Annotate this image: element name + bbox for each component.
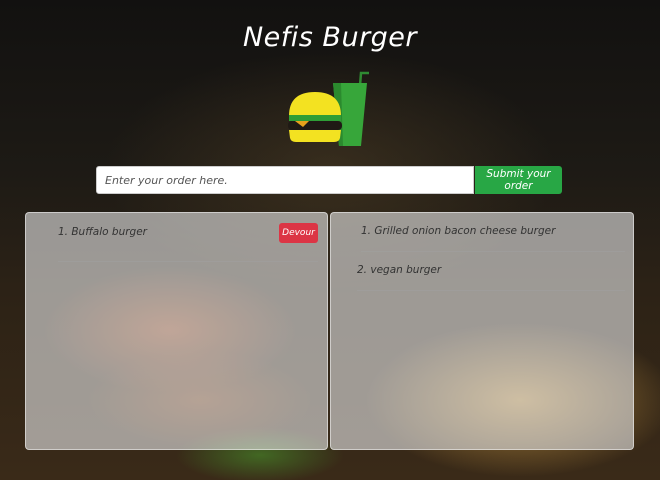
list-item: 2. vegan burger xyxy=(357,252,625,291)
list-item: 1. Grilled onion bacon cheese burger xyxy=(361,213,625,252)
devour-button[interactable]: Devour xyxy=(279,223,318,243)
burger-name: 1. Grilled onion bacon cheese burger xyxy=(361,225,556,237)
patty xyxy=(288,121,342,130)
order-input[interactable] xyxy=(96,166,474,194)
lettuce xyxy=(289,115,341,121)
list-item: 1. Buffalo burger Devour xyxy=(58,223,318,262)
devoured-panel: 1. Grilled onion bacon cheese burger 2. … xyxy=(330,212,634,450)
submit-order-button[interactable]: Submit your order xyxy=(475,166,562,194)
bottom-bun xyxy=(289,130,341,142)
top-bun xyxy=(289,92,341,116)
not-devoured-panel: 1. Buffalo burger Devour xyxy=(25,212,328,450)
burger-name: 1. Buffalo burger xyxy=(58,226,147,238)
burger-drink-icon xyxy=(288,71,369,146)
burger-name: 2. vegan burger xyxy=(357,264,442,276)
page-title: Nefis Burger xyxy=(242,22,418,53)
